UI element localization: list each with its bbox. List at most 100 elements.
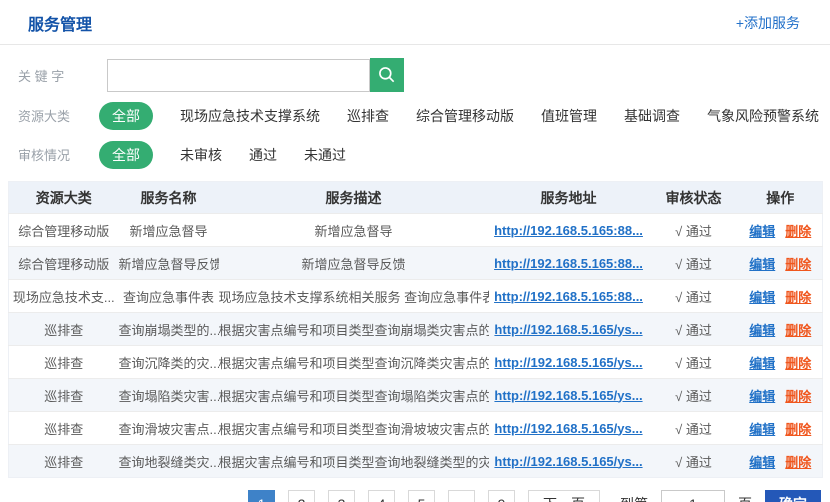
check-icon: √ <box>675 257 682 272</box>
status-text: 通过 <box>686 257 712 272</box>
edit-button[interactable]: 编辑 <box>749 257 775 272</box>
delete-button[interactable]: 删除 <box>785 323 811 338</box>
edit-button[interactable]: 编辑 <box>749 356 775 371</box>
delete-button[interactable]: 删除 <box>785 290 811 305</box>
search-button[interactable] <box>370 58 404 92</box>
add-service-button[interactable]: +添加服务 <box>736 13 800 33</box>
service-url-link[interactable]: http://192.168.5.165:88... <box>494 256 643 271</box>
page-button-2[interactable]: 2 <box>288 490 315 502</box>
cell-category: 现场应急技术支... <box>9 280 119 313</box>
filter-option-patrol-inspection[interactable]: 巡排查 <box>347 106 389 126</box>
service-url-link[interactable]: http://192.168.5.165/ys... <box>494 388 642 403</box>
delete-button[interactable]: 删除 <box>785 389 811 404</box>
cell-service-name: 查询塌陷类灾害... <box>119 379 219 412</box>
filter-option-not-passed[interactable]: 未通过 <box>304 145 346 165</box>
status-text: 通过 <box>686 290 712 305</box>
filter-row-audit-status: 审核情况 全部 未审核 通过 未通过 <box>18 141 830 168</box>
column-header-service-name: 服务名称 <box>119 182 219 214</box>
cell-service-desc: 根据灾害点编号和项目类型查询塌陷类灾害点的详... <box>219 379 489 412</box>
resource-category-options: 全部 现场应急技术支撑系统 巡排查 综合管理移动版 值班管理 基础调查 气象风险… <box>99 102 819 130</box>
page-button-3[interactable]: 3 <box>328 490 355 502</box>
page-button-1[interactable]: 1 <box>248 490 275 502</box>
status-text: 通过 <box>686 224 712 239</box>
column-header-actions: 操作 <box>739 182 823 214</box>
filter-option-audit-all[interactable]: 全部 <box>99 141 153 169</box>
filter-option-basic-survey[interactable]: 基础调查 <box>624 106 680 126</box>
table-row: 现场应急技术支... 查询应急事件表 现场应急技术支撑系统相关服务 查询应急事件… <box>9 280 823 313</box>
search-icon <box>377 65 397 85</box>
resource-category-label: 资源大类 <box>18 106 99 125</box>
page-button-4[interactable]: 4 <box>368 490 395 502</box>
status-text: 通过 <box>686 356 712 371</box>
keyword-label: 关 键 字 <box>18 66 107 85</box>
cell-service-desc: 根据灾害点编号和项目类型查询滑坡坡灾害点的详... <box>219 412 489 445</box>
goto-page-prefix: 到第 <box>620 494 648 502</box>
filter-option-weather-risk-warning[interactable]: 气象风险预警系统 <box>707 106 819 126</box>
cell-service-name: 新增应急督导反馈 <box>119 247 219 280</box>
table-header-row: 资源大类 服务名称 服务描述 服务地址 审核状态 操作 <box>9 182 823 214</box>
cell-service-desc: 现场应急技术支撑系统相关服务 查询应急事件表 <box>219 280 489 313</box>
service-management-page: 服务管理 +添加服务 关 键 字 资源大类 全部 现场应急技术支撑系统 巡排查 … <box>0 0 830 502</box>
service-url-link[interactable]: http://192.168.5.165/ys... <box>494 454 642 469</box>
edit-button[interactable]: 编辑 <box>749 422 775 437</box>
edit-button[interactable]: 编辑 <box>749 455 775 470</box>
page-button-ellipsis[interactable]: ... <box>448 490 475 502</box>
cell-service-name: 查询沉降类的灾... <box>119 346 219 379</box>
cell-service-name: 查询崩塌类型的... <box>119 313 219 346</box>
cell-service-name: 新增应急督导 <box>119 214 219 247</box>
page-button-9[interactable]: 9 <box>488 490 515 502</box>
cell-service-desc: 根据灾害点编号和项目类型查询地裂缝类型的灾害... <box>219 445 489 478</box>
cell-category: 巡排查 <box>9 313 119 346</box>
table-row: 巡排查 查询滑坡灾害点... 根据灾害点编号和项目类型查询滑坡坡灾害点的详...… <box>9 412 823 445</box>
column-header-service-desc: 服务描述 <box>219 182 489 214</box>
status-text: 通过 <box>686 389 712 404</box>
audit-status-options: 全部 未审核 通过 未通过 <box>99 141 346 169</box>
check-icon: √ <box>675 422 682 437</box>
table-row: 巡排查 查询沉降类的灾... 根据灾害点编号和项目类型查询沉降类灾害点的详...… <box>9 346 823 379</box>
filter-option-duty-management[interactable]: 值班管理 <box>541 106 597 126</box>
page-header: 服务管理 +添加服务 <box>0 0 830 45</box>
cell-category: 巡排查 <box>9 346 119 379</box>
delete-button[interactable]: 删除 <box>785 455 811 470</box>
service-url-link[interactable]: http://192.168.5.165:88... <box>494 289 643 304</box>
filter-option-all[interactable]: 全部 <box>99 102 153 130</box>
table-row: 综合管理移动版 新增应急督导反馈 新增应急督导反馈 http://192.168… <box>9 247 823 280</box>
edit-button[interactable]: 编辑 <box>749 389 775 404</box>
cell-category: 巡排查 <box>9 445 119 478</box>
service-url-link[interactable]: http://192.168.5.165/ys... <box>494 355 642 370</box>
status-text: 通过 <box>686 422 712 437</box>
cell-service-desc: 新增应急督导反馈 <box>219 247 489 280</box>
service-url-link[interactable]: http://192.168.5.165/ys... <box>494 322 642 337</box>
filter-option-not-audited[interactable]: 未审核 <box>180 145 222 165</box>
delete-button[interactable]: 删除 <box>785 422 811 437</box>
cell-category: 综合管理移动版 <box>9 247 119 280</box>
cell-category: 巡排查 <box>9 379 119 412</box>
delete-button[interactable]: 删除 <box>785 356 811 371</box>
goto-page-suffix: 页 <box>738 494 752 502</box>
edit-button[interactable]: 编辑 <box>749 224 775 239</box>
edit-button[interactable]: 编辑 <box>749 290 775 305</box>
filter-option-onsite-emergency-system[interactable]: 现场应急技术支撑系统 <box>180 106 320 126</box>
column-header-audit-status: 审核状态 <box>649 182 739 214</box>
check-icon: √ <box>675 224 682 239</box>
audit-status-label: 审核情况 <box>18 145 99 164</box>
edit-button[interactable]: 编辑 <box>749 323 775 338</box>
table-row: 巡排查 查询塌陷类灾害... 根据灾害点编号和项目类型查询塌陷类灾害点的详...… <box>9 379 823 412</box>
next-page-button[interactable]: 下一页 <box>528 490 600 502</box>
filter-option-passed[interactable]: 通过 <box>249 145 277 165</box>
check-icon: √ <box>675 356 682 371</box>
table-row: 巡排查 查询地裂缝类灾... 根据灾害点编号和项目类型查询地裂缝类型的灾害...… <box>9 445 823 478</box>
page-button-5[interactable]: 5 <box>408 490 435 502</box>
delete-button[interactable]: 删除 <box>785 224 811 239</box>
service-url-link[interactable]: http://192.168.5.165/ys... <box>494 421 642 436</box>
cell-service-name: 查询地裂缝类灾... <box>119 445 219 478</box>
page-title: 服务管理 <box>28 11 92 35</box>
keyword-input[interactable] <box>107 59 370 92</box>
service-url-link[interactable]: http://192.168.5.165:88... <box>494 223 643 238</box>
confirm-button[interactable]: 确定 <box>765 490 821 502</box>
delete-button[interactable]: 删除 <box>785 257 811 272</box>
column-header-service-url: 服务地址 <box>489 182 649 214</box>
cell-category: 巡排查 <box>9 412 119 445</box>
goto-page-input[interactable] <box>661 490 725 502</box>
filter-option-mobile-management[interactable]: 综合管理移动版 <box>416 106 514 126</box>
